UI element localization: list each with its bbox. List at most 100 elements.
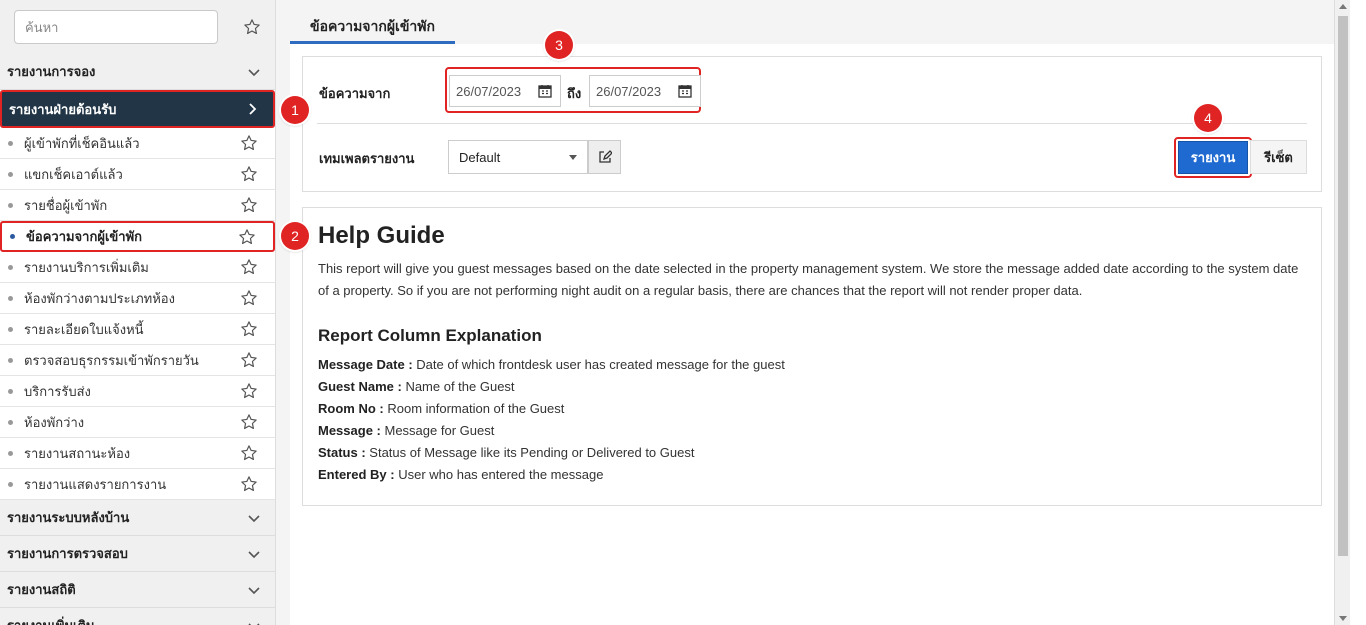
chevron-down-icon — [248, 586, 260, 594]
sidebar-group-statistics-reports[interactable]: รายงานสถิติ — [0, 572, 275, 608]
sidebar-item[interactable]: รายละเอียดใบแจ้งหนี้ — [0, 314, 275, 345]
sidebar-item-label: รายละเอียดใบแจ้งหนี้ — [24, 321, 144, 337]
column-name: Entered By : — [318, 467, 395, 482]
sidebar-group-label: รายงานการตรวจสอบ — [7, 546, 128, 561]
help-guide: Help Guide This report will give you gue… — [302, 207, 1322, 506]
column-name: Status : — [318, 445, 366, 460]
star-icon[interactable] — [240, 258, 258, 276]
sidebar-group-label: รายงานเพิ่มเติม — [7, 615, 94, 625]
chevron-down-icon — [248, 514, 260, 522]
sidebar-group-audit-reports[interactable]: รายงานการตรวจสอบ — [0, 536, 275, 572]
help-description: This report will give you guest messages… — [318, 261, 1299, 298]
column-row: Message : Message for Guest — [318, 420, 1306, 442]
sidebar: รายงานการจอง รายงานฝ่ายต้อนรับ ผู้เข้าพั… — [0, 0, 276, 625]
bullet — [8, 202, 13, 208]
sidebar-group-backoffice-reports[interactable]: รายงานระบบหลังบ้าน — [0, 500, 275, 536]
bullet — [8, 450, 13, 456]
sidebar-item[interactable]: ห้องพักว่างตามประเภทห้อง — [0, 283, 275, 314]
vertical-scrollbar[interactable] — [1334, 0, 1350, 625]
date-to-field[interactable]: 26/07/2023 — [589, 75, 701, 107]
column-desc: User who has entered the message — [398, 467, 604, 482]
callout-badge-2: 2 — [281, 222, 309, 250]
callout-badge-3: 3 — [545, 31, 573, 59]
column-desc: Name of the Guest — [405, 379, 515, 394]
sidebar-item[interactable]: รายชื่อผู้เข้าพัก — [0, 190, 275, 221]
star-icon[interactable] — [240, 165, 258, 183]
bullet — [8, 171, 13, 177]
sidebar-group-booking-reports[interactable]: รายงานการจอง — [0, 54, 275, 90]
report-button[interactable]: รายงาน — [1178, 141, 1248, 174]
chevron-right-icon — [249, 103, 257, 115]
sidebar-item-label: รายงานแสดงรายการงาน — [24, 476, 167, 492]
star-icon[interactable] — [240, 196, 258, 214]
chevron-down-icon — [248, 68, 260, 76]
report-panel: ข้อความจาก 26/07/2023 ถึง 26/07/2023 เทม… — [290, 44, 1336, 625]
star-icon[interactable] — [238, 228, 256, 246]
star-icon[interactable] — [240, 134, 258, 152]
star-icon[interactable] — [240, 351, 258, 369]
column-name: Guest Name : — [318, 379, 402, 394]
edit-template-button[interactable] — [588, 140, 621, 174]
scroll-down-icon[interactable] — [1339, 616, 1347, 621]
sidebar-item[interactable]: รายงานสถานะห้อง — [0, 438, 275, 469]
sidebar-item-label: แขกเช็คเอาต์แล้ว — [24, 166, 123, 182]
sidebar-item[interactable]: รายงานแสดงรายการงาน — [0, 469, 275, 500]
column-row: Entered By : User who has entered the me… — [318, 464, 1306, 486]
sidebar-item[interactable]: บริการรับส่ง — [0, 376, 275, 407]
chevron-down-icon — [248, 622, 260, 625]
star-icon[interactable] — [240, 382, 258, 400]
star-icon[interactable] — [240, 413, 258, 431]
date-from-field[interactable]: 26/07/2023 — [449, 75, 561, 107]
bullet — [10, 234, 15, 239]
calendar-icon[interactable] — [538, 84, 552, 98]
sidebar-item[interactable]: ห้องพักว่าง — [0, 407, 275, 438]
star-icon[interactable] — [240, 320, 258, 338]
reset-button[interactable]: รีเซ็ต — [1250, 140, 1307, 174]
caret-down-icon — [569, 154, 577, 160]
column-row: Message Date : Date of which frontdesk u… — [318, 354, 1306, 376]
star-icon[interactable] — [240, 444, 258, 462]
bullet — [8, 140, 13, 146]
sidebar-search-bar — [0, 0, 275, 54]
tab-guest-messages[interactable]: ข้อความจากผู้เข้าพัก — [290, 8, 455, 44]
star-icon[interactable] — [240, 289, 258, 307]
column-row: Guest Name : Name of the Guest — [318, 376, 1306, 398]
column-desc: Date of which frontdesk user has created… — [416, 357, 785, 372]
bullet — [8, 388, 13, 394]
column-row: Status : Status of Message like its Pend… — [318, 442, 1306, 464]
to-label: ถึง — [567, 86, 582, 101]
sidebar-group-frontdesk-reports[interactable]: รายงานฝ่ายต้อนรับ — [0, 90, 275, 128]
bullet — [8, 295, 13, 301]
star-icon[interactable] — [240, 475, 258, 493]
star-icon[interactable] — [243, 18, 261, 36]
sidebar-item-label: ผู้เข้าพักที่เช็คอินแล้ว — [24, 135, 140, 151]
column-name: Room No : — [318, 401, 384, 416]
column-row: Room No : Room information of the Guest — [318, 398, 1306, 420]
sidebar-item-label: รายชื่อผู้เข้าพัก — [24, 197, 108, 213]
sidebar-item-label: ห้องพักว่างตามประเภทห้อง — [24, 290, 175, 306]
template-label: เทมเพลตรายงาน — [319, 151, 415, 166]
column-desc: Status of Message like its Pending or De… — [369, 445, 695, 460]
sidebar-item[interactable]: ผู้เข้าพักที่เช็คอินแล้ว — [0, 128, 275, 159]
bullet — [8, 326, 13, 332]
sidebar-item[interactable]: ตรวจสอบธุรกรรมเข้าพักรายวัน — [0, 345, 275, 376]
scroll-up-icon[interactable] — [1339, 4, 1347, 9]
help-title: Help Guide — [318, 222, 445, 249]
sidebar-item[interactable]: รายงานบริการเพิ่มเติม — [0, 252, 275, 283]
sidebar-item-label: รายงานบริการเพิ่มเติม — [24, 259, 149, 275]
search-input[interactable] — [14, 10, 218, 44]
sidebar-item[interactable]: แขกเช็คเอาต์แล้ว — [0, 159, 275, 190]
sidebar-group-additional-reports[interactable]: รายงานเพิ่มเติม — [0, 608, 275, 625]
bullet — [8, 481, 13, 487]
sidebar-item-label: บริการรับส่ง — [24, 383, 91, 399]
sidebar-item-label: ห้องพักว่าง — [24, 414, 85, 430]
calendar-icon[interactable] — [678, 84, 692, 98]
bullet — [8, 264, 13, 270]
date-from-value: 26/07/2023 — [456, 83, 522, 99]
sidebar-group-label: รายงานสถิติ — [7, 582, 76, 597]
template-select[interactable]: Default — [448, 140, 588, 174]
sidebar-item-guest-messages[interactable]: ข้อความจากผู้เข้าพัก — [0, 221, 275, 252]
sidebar-item-label: ตรวจสอบธุรกรรมเข้าพักรายวัน — [24, 352, 199, 368]
scrollbar-thumb[interactable] — [1338, 16, 1348, 556]
callout-badge-1: 1 — [281, 96, 309, 124]
